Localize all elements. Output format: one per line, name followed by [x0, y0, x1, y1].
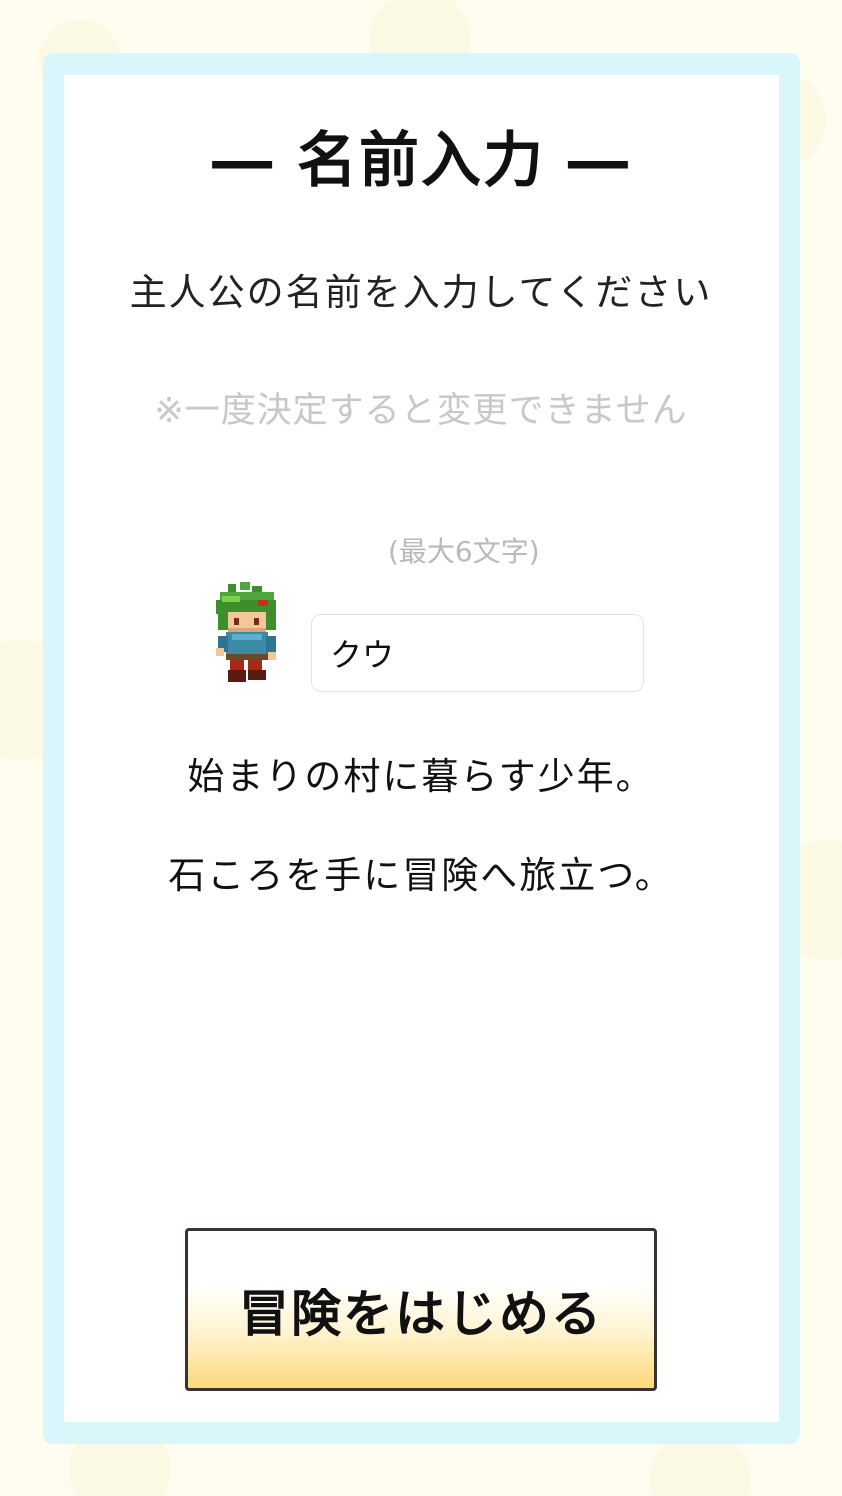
max-length-note: (最大6文字): [388, 535, 540, 568]
page-title: ― 名前入力 ―: [212, 126, 630, 196]
start-adventure-button[interactable]: 冒険をはじめる: [185, 1228, 657, 1391]
hero-sprite-icon: [216, 582, 276, 682]
irreversible-warning: ※一度決定すると変更できません: [154, 391, 688, 431]
hero-name-input[interactable]: [311, 614, 644, 692]
character-description-line-2: 石ころを手に冒険へ旅立つ。: [168, 854, 674, 897]
character-description-line-1: 始まりの村に暮らす少年。: [187, 755, 655, 798]
name-prompt: 主人公の名前を入力してください: [129, 271, 713, 314]
